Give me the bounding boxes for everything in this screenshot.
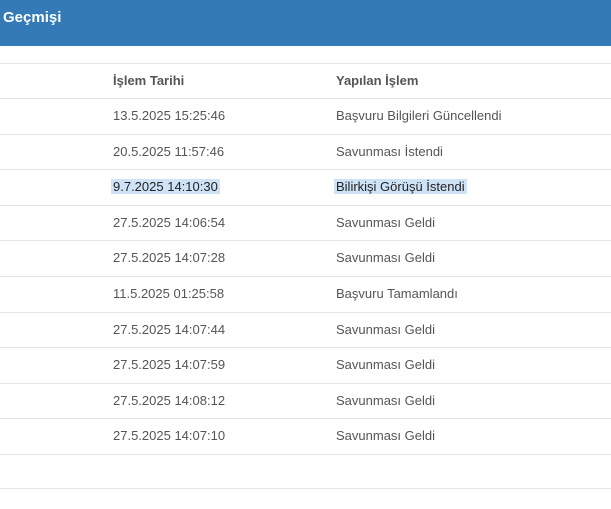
table-row[interactable]: 27.5.2025 14:08:12 Savunması Geldi bbox=[0, 384, 611, 420]
table-row[interactable]: 27.5.2025 14:07:44 Savunması Geldi bbox=[0, 313, 611, 349]
table-row[interactable]: 27.5.2025 14:07:59 Savunması Geldi bbox=[0, 348, 611, 384]
cell-action: Savunması Geldi bbox=[336, 241, 435, 274]
table-body: 13.5.2025 15:25:46 Başvuru Bilgileri Günc… bbox=[0, 99, 611, 455]
cell-action-text: Savunması Geldi bbox=[336, 321, 435, 337]
cell-action-text: Savunması Geldi bbox=[336, 250, 435, 266]
cell-action: Savunması Geldi bbox=[336, 313, 435, 346]
cell-action-text: Başvuru Bilgileri Güncellendi bbox=[336, 108, 502, 123]
cell-date-text: 27.5.2025 14:08:12 bbox=[113, 392, 226, 408]
cell-action-text: Savunması İstendi bbox=[336, 143, 443, 159]
cell-action: Savunması Geldi bbox=[336, 348, 435, 381]
cell-date-text: 9.7.2025 14:10:30 bbox=[111, 179, 220, 195]
cell-date-text: 27.5.2025 14:07:44 bbox=[113, 321, 226, 337]
cell-action-text: Savunması Geldi bbox=[336, 214, 435, 230]
cell-date-text: 27.5.2025 14:06:54 bbox=[113, 214, 226, 230]
cell-action: Savunması Geldi bbox=[336, 384, 435, 417]
cell-date: 27.5.2025 14:06:54 bbox=[113, 206, 225, 239]
cell-date-text: 13.5.2025 15:25:46 bbox=[113, 108, 226, 123]
cell-date-text: 27.5.2025 14:07:10 bbox=[113, 428, 226, 444]
cell-action-text: Başvuru Tamamlandı bbox=[336, 285, 458, 301]
table-row[interactable]: 20.5.2025 11:57:46 Savunması İstendi bbox=[0, 135, 611, 171]
cell-date: 27.5.2025 14:07:28 bbox=[113, 241, 225, 274]
cell-date: 20.5.2025 11:57:46 bbox=[113, 135, 224, 168]
cell-action: Savunması Geldi bbox=[336, 206, 435, 239]
column-header-date: İşlem Tarihi bbox=[113, 73, 185, 88]
cell-date: 11.5.2025 01:25:58 bbox=[113, 277, 224, 310]
cell-action-text: Bilirkişi Görüşü İstendi bbox=[334, 179, 467, 195]
cell-date-text: 20.5.2025 11:57:46 bbox=[113, 143, 225, 159]
cell-action: Başvuru Tamamlandı bbox=[336, 277, 458, 310]
cell-date-text: 27.5.2025 14:07:28 bbox=[113, 250, 226, 266]
table-row[interactable]: 27.5.2025 14:07:28 Savunması Geldi bbox=[0, 241, 611, 277]
table-row[interactable]: 13.5.2025 15:25:46 Başvuru Bilgileri Günc… bbox=[0, 99, 611, 135]
table-header-row: İşlem Tarihi Yapılan İşlem bbox=[0, 63, 611, 99]
cell-action: Savunması İstendi bbox=[336, 135, 443, 168]
table-row[interactable]: 27.5.2025 14:06:54 Savunması Geldi bbox=[0, 206, 611, 242]
table-row[interactable]: 9.7.2025 14:10:30 Bilirkişi Görüşü İstend… bbox=[0, 170, 611, 206]
cell-date: 27.5.2025 14:07:44 bbox=[113, 313, 225, 346]
cell-action-text: Savunması Geldi bbox=[336, 357, 435, 373]
table-bottom-divider bbox=[0, 488, 611, 489]
history-table: İşlem Tarihi Yapılan İşlem 13.5.2025 15:… bbox=[0, 63, 611, 455]
cell-action: Başvuru Bilgileri Güncellendi bbox=[336, 99, 501, 132]
cell-action-text: Savunması Geldi bbox=[336, 392, 435, 408]
cell-date: 27.5.2025 14:08:12 bbox=[113, 384, 225, 417]
cell-action: Savunması Geldi bbox=[336, 419, 435, 452]
column-header-action: Yapılan İşlem bbox=[336, 73, 419, 88]
cell-date-text: 11.5.2025 01:25:58 bbox=[113, 285, 225, 301]
cell-date: 27.5.2025 14:07:10 bbox=[113, 419, 225, 452]
table-row[interactable]: 27.5.2025 14:07:10 Savunması Geldi bbox=[0, 419, 611, 455]
panel-title-text: Geçmişi bbox=[3, 9, 62, 26]
cell-date: 27.5.2025 14:07:59 bbox=[113, 348, 225, 381]
cell-date: 9.7.2025 14:10:30 bbox=[111, 170, 220, 203]
table-row[interactable]: 11.5.2025 01:25:58 Başvuru Tamamlandı bbox=[0, 277, 611, 313]
cell-action: Bilirkişi Görüşü İstendi bbox=[334, 170, 467, 203]
cell-date-text: 27.5.2025 14:07:59 bbox=[113, 357, 226, 373]
cell-action-text: Savunması Geldi bbox=[336, 428, 435, 444]
cell-date: 13.5.2025 15:25:46 bbox=[113, 99, 225, 132]
panel-title: Geçmişi bbox=[0, 0, 611, 46]
